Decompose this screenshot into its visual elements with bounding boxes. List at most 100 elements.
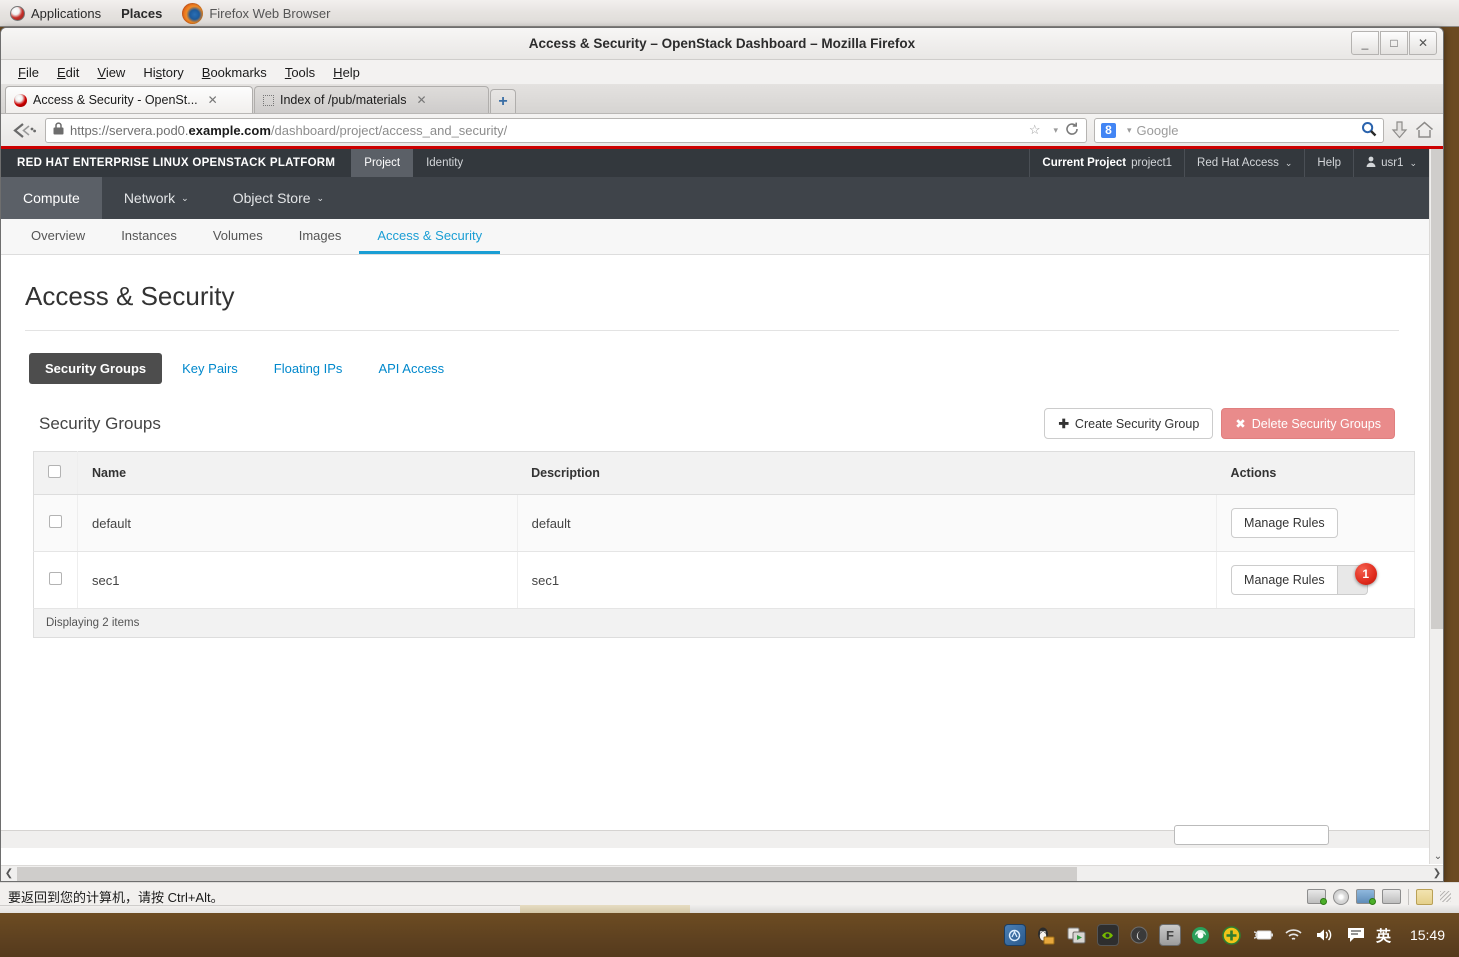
row-checkbox[interactable]: [48, 515, 62, 528]
manage-rules-button[interactable]: Manage Rules: [1231, 565, 1338, 595]
ime-language-indicator[interactable]: 英: [1376, 925, 1391, 946]
qq-penguin-icon[interactable]: [1035, 924, 1057, 946]
home-icon[interactable]: [1415, 121, 1434, 139]
resize-grip-icon[interactable]: [1440, 891, 1451, 902]
tab-security-groups[interactable]: Security Groups: [29, 353, 163, 384]
clock[interactable]: 15:49: [1410, 927, 1445, 943]
menu-view[interactable]: View: [88, 63, 134, 82]
horizontal-scrollbar[interactable]: ❮ ❯: [1, 865, 1443, 882]
scroll-right-icon[interactable]: ❯: [1429, 866, 1443, 882]
select-all-checkbox[interactable]: [48, 465, 61, 478]
security-groups-table: Name Description Actions default default: [33, 451, 1415, 609]
browser-tab-access-security[interactable]: Access & Security - OpenSt... ✕: [5, 86, 253, 113]
menu-help[interactable]: Help: [324, 63, 369, 82]
subtab-overview[interactable]: Overview: [13, 219, 103, 254]
search-input[interactable]: Google: [1137, 123, 1179, 138]
manage-rules-button[interactable]: Manage Rules: [1231, 508, 1338, 538]
nav-compute[interactable]: Compute: [1, 177, 102, 219]
vertical-scrollbar[interactable]: ⌄: [1429, 149, 1443, 864]
top-right-controls: Current Project project1 Red Hat Access …: [1029, 149, 1429, 177]
taskbar-window-label: Firefox Web Browser: [209, 5, 331, 21]
chevron-down-icon[interactable]: ▾: [1127, 125, 1132, 136]
chevron-down-icon: ⌄: [1409, 157, 1417, 168]
nav-network[interactable]: Network ⌄: [102, 177, 211, 219]
network-icon[interactable]: [1356, 889, 1376, 905]
row-checkbox[interactable]: [48, 572, 62, 585]
cdrom-icon[interactable]: [1333, 888, 1349, 905]
archive-manager-icon[interactable]: F: [1158, 924, 1181, 946]
scroll-left-icon[interactable]: ❮: [1, 866, 17, 882]
url-bar[interactable]: https://servera.pod0.example.com/dashboa…: [45, 117, 1087, 143]
user-menu[interactable]: usr1 ⌄: [1353, 149, 1429, 177]
column-header-description[interactable]: Description: [517, 451, 1217, 495]
desktop-taskbar: F 英 15:49: [0, 913, 1459, 957]
music-player-icon[interactable]: [1128, 924, 1150, 946]
cell-actions: Manage Rules 1: [1216, 551, 1415, 609]
panel-actions: ✚ Create Security Group ✖ Delete Securit…: [1044, 408, 1395, 439]
search-bar[interactable]: 8 ▾ Google: [1094, 117, 1384, 143]
bookmark-star-icon[interactable]: ☆: [1029, 122, 1041, 138]
menu-edit[interactable]: Edit: [48, 63, 88, 82]
battery-icon[interactable]: [1252, 924, 1274, 946]
applications-menu[interactable]: Applications: [0, 0, 111, 27]
menu-tools[interactable]: Tools: [276, 63, 324, 82]
reload-icon[interactable]: [1065, 122, 1079, 139]
nav-object-store-label: Object Store: [232, 190, 311, 206]
placeholder-favicon-icon: [263, 94, 274, 106]
create-security-group-button[interactable]: ✚ Create Security Group: [1044, 408, 1214, 439]
subtab-volumes[interactable]: Volumes: [195, 219, 281, 254]
tray-app-icon[interactable]: [1003, 924, 1026, 946]
browser-tab-index-materials[interactable]: Index of /pub/materials ✕: [254, 86, 489, 113]
wifi-icon[interactable]: [1283, 924, 1305, 946]
tab-floating-ips[interactable]: Floating IPs: [258, 353, 359, 384]
menu-file[interactable]: File: [9, 63, 48, 82]
delete-security-groups-button[interactable]: ✖ Delete Security Groups: [1221, 408, 1395, 439]
file-manager-icon[interactable]: [1066, 924, 1088, 946]
volume-icon[interactable]: [1314, 924, 1336, 946]
chevron-down-icon[interactable]: ▾: [1053, 125, 1058, 136]
search-icon[interactable]: [1361, 121, 1377, 140]
create-security-group-label: Create Security Group: [1074, 416, 1200, 431]
back-forward-icon[interactable]: [10, 122, 38, 139]
close-button[interactable]: ✕: [1409, 31, 1437, 55]
ime-panel-icon[interactable]: [1345, 924, 1367, 946]
navigation-toolbar: https://servera.pod0.example.com/dashboa…: [1, 114, 1443, 149]
top-tab-project[interactable]: Project: [351, 149, 414, 177]
user-name: usr1: [1381, 157, 1404, 169]
places-menu[interactable]: Places: [111, 0, 172, 27]
tab-close-icon[interactable]: ✕: [416, 93, 426, 107]
notes-icon[interactable]: [1416, 888, 1433, 905]
lock-icon: [53, 122, 64, 138]
new-tab-button[interactable]: +: [490, 89, 516, 113]
menu-history[interactable]: History: [134, 63, 192, 82]
tab-close-icon[interactable]: ✕: [208, 93, 218, 107]
tab-key-pairs[interactable]: Key Pairs: [166, 353, 254, 384]
tab-api-access[interactable]: API Access: [362, 353, 460, 384]
top-tab-identity[interactable]: Identity: [413, 149, 476, 177]
subtab-images[interactable]: Images: [281, 219, 360, 254]
vertical-scrollbar-thumb[interactable]: [1431, 149, 1443, 629]
downloads-icon[interactable]: [1391, 120, 1408, 140]
cell-description: sec1: [517, 551, 1218, 609]
menu-bookmarks[interactable]: Bookmarks: [193, 63, 276, 82]
taskbar-window-firefox[interactable]: Firefox Web Browser: [172, 0, 340, 27]
minimize-button[interactable]: _: [1351, 31, 1379, 55]
horizontal-scrollbar-thumb[interactable]: [17, 866, 1077, 881]
deepin-icon[interactable]: [1190, 924, 1212, 946]
nvidia-settings-icon[interactable]: [1096, 924, 1119, 946]
red-hat-access-menu[interactable]: Red Hat Access ⌄: [1184, 149, 1304, 177]
find-bar-input[interactable]: [1174, 825, 1329, 845]
subtab-instances[interactable]: Instances: [103, 219, 195, 254]
hard-disk-icon[interactable]: [1307, 889, 1327, 905]
update-manager-icon[interactable]: [1221, 924, 1243, 946]
help-link[interactable]: Help: [1304, 149, 1353, 177]
column-header-name[interactable]: Name: [77, 451, 518, 495]
subtab-access-security[interactable]: Access & Security: [359, 219, 501, 254]
screenshot-camera-icon[interactable]: [1382, 889, 1401, 904]
user-icon: [1366, 156, 1376, 170]
nav-object-store[interactable]: Object Store ⌄: [211, 177, 346, 219]
google-engine-icon[interactable]: 8: [1101, 122, 1116, 138]
scroll-down-icon[interactable]: ⌄: [1430, 848, 1443, 864]
maximize-button[interactable]: □: [1380, 31, 1408, 55]
url-bar-actions: ☆ ▾: [1029, 122, 1079, 139]
